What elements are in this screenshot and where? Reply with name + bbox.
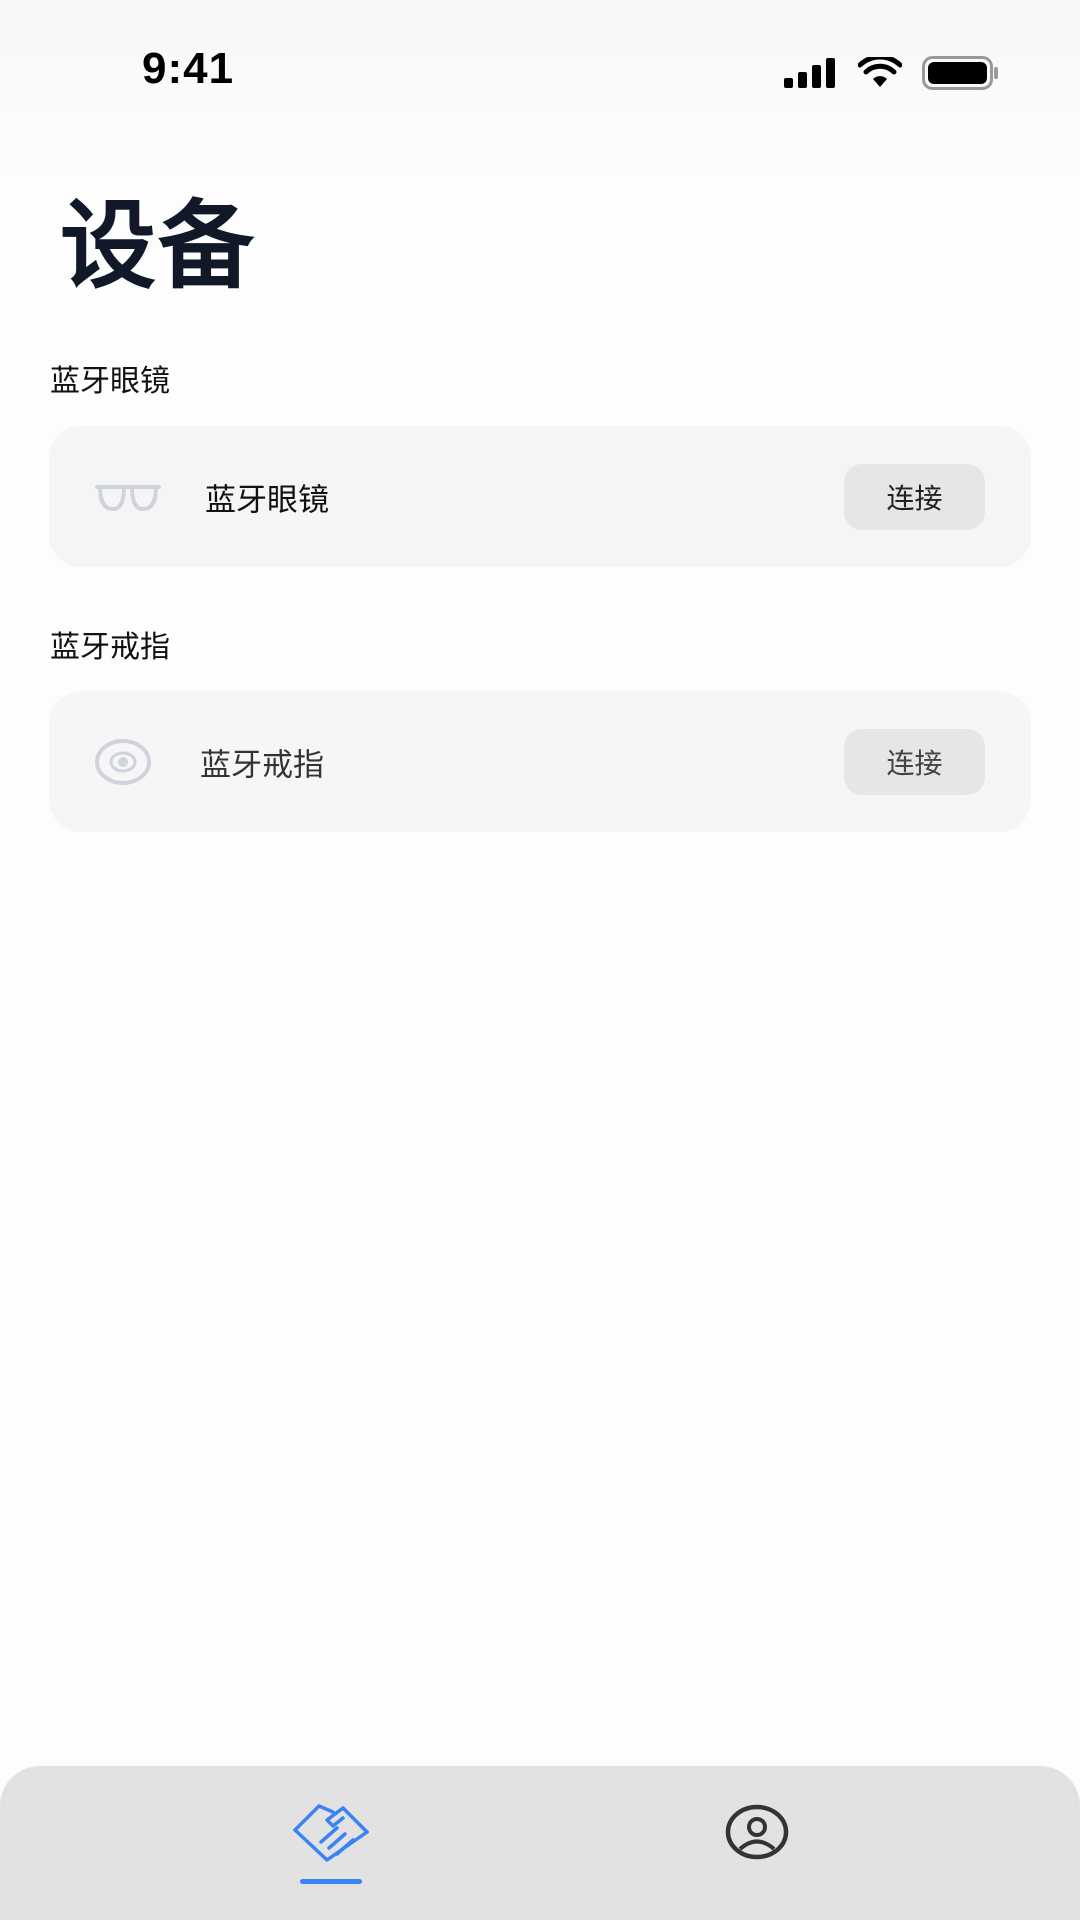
- device-name-ring: 蓝牙戒指: [200, 747, 324, 783]
- device-name-glasses: 蓝牙眼镜: [205, 482, 329, 518]
- wifi-icon: [857, 54, 903, 93]
- status-icons: [784, 54, 1000, 94]
- user-circle-icon: [725, 1804, 789, 1860]
- tab-profile[interactable]: [657, 1766, 857, 1920]
- ring-icon: [94, 738, 152, 786]
- connect-button-ring[interactable]: 连接: [844, 728, 985, 795]
- status-bar: 9:41: [0, 0, 1080, 150]
- section-label-ring: 蓝牙戒指: [50, 630, 170, 665]
- glasses-icon: [95, 482, 161, 512]
- tab-bar: [0, 1766, 1080, 1920]
- handshake-icon: [291, 1802, 371, 1864]
- connect-button-glasses[interactable]: 连接: [844, 463, 985, 530]
- battery-icon: [922, 56, 1000, 94]
- status-time: 9:41: [142, 44, 235, 93]
- active-tab-indicator: [300, 1879, 362, 1884]
- device-card-ring[interactable]: 蓝牙戒指 连接: [49, 691, 1031, 832]
- section-label-glasses: 蓝牙眼镜: [50, 364, 170, 399]
- tab-devices[interactable]: [231, 1766, 431, 1920]
- page-title: 设备: [60, 190, 256, 302]
- device-card-glasses[interactable]: 蓝牙眼镜 连接: [49, 426, 1031, 567]
- cellular-signal-icon: [784, 58, 838, 92]
